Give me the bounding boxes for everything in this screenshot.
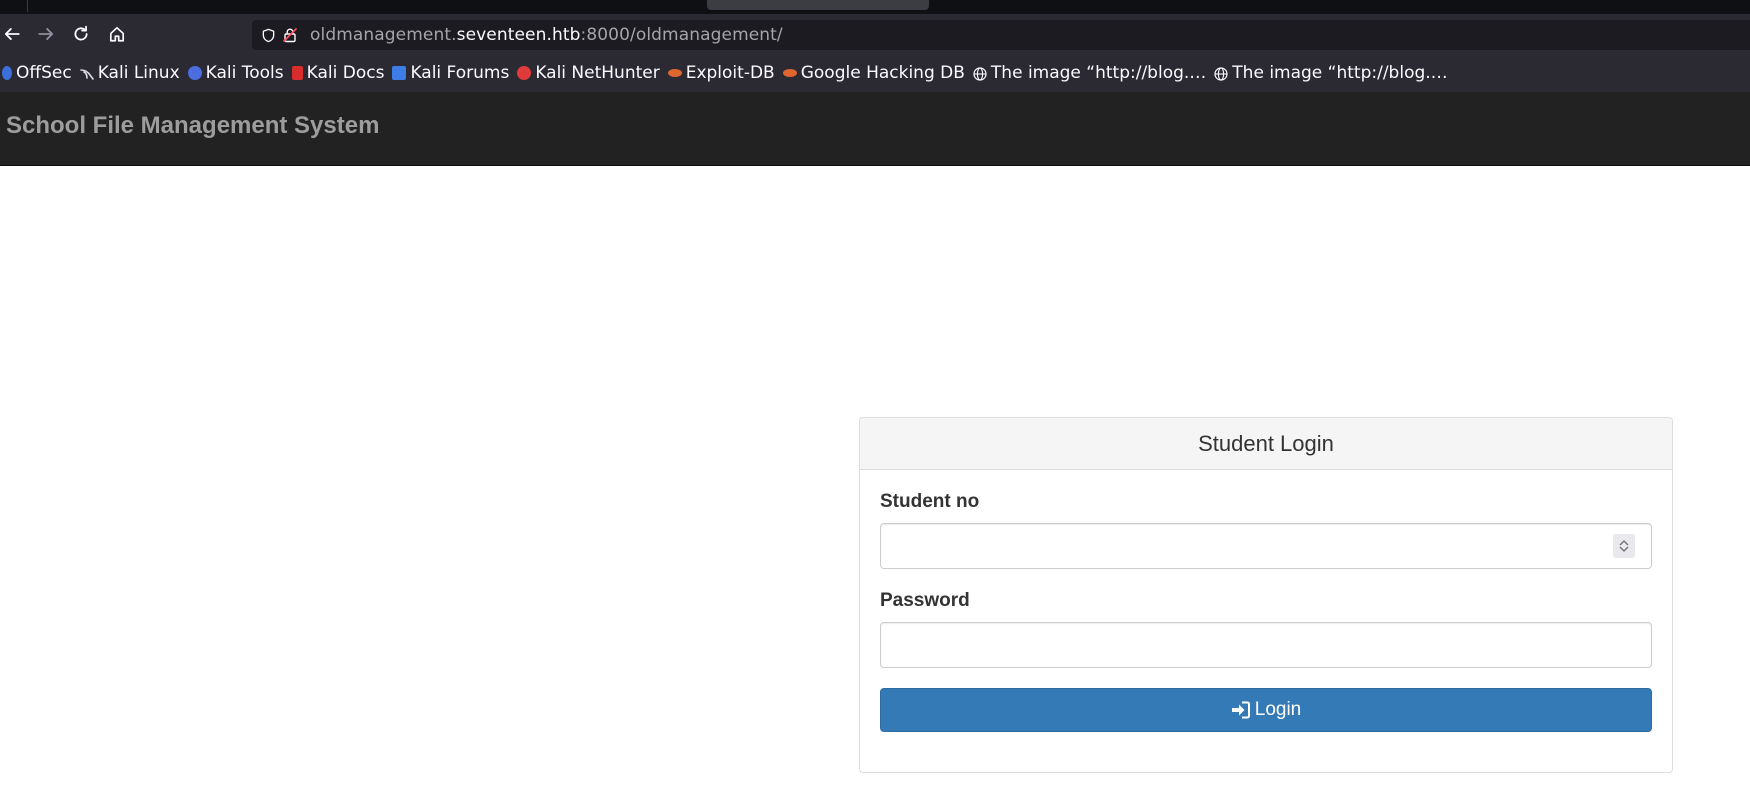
shield-icon[interactable]	[260, 27, 276, 43]
google-hacking-db-icon	[782, 69, 797, 77]
bookmark-kali-nethunter[interactable]: Kali NetHunter	[515, 58, 665, 88]
bookmark-exploit-db[interactable]: Exploit-DB	[666, 58, 781, 88]
bookmark-label: The image “http://blog.…	[1232, 63, 1448, 83]
back-button[interactable]	[0, 22, 24, 46]
site-brand[interactable]: School File Management System	[6, 112, 379, 140]
password-label: Password	[880, 590, 970, 611]
home-icon	[109, 26, 125, 42]
bookmark-kali-forums[interactable]: Kali Forums	[390, 58, 515, 88]
bookmark-label: The image “http://blog.…	[990, 63, 1207, 83]
reload-button[interactable]	[69, 22, 93, 46]
bookmarks-toolbar: OffSec Kali Linux Kali Tools Kali Docs K…	[0, 54, 1750, 92]
bookmark-label: OffSec	[16, 63, 72, 83]
login-button[interactable]: Login	[880, 688, 1652, 732]
offsec-icon	[2, 66, 12, 80]
bookmark-label: Exploit-DB	[685, 63, 775, 83]
url-suffix: :8000/oldmanagement/	[580, 25, 783, 45]
bookmark-label: Google Hacking DB	[800, 63, 965, 83]
panel-title: Student Login	[860, 418, 1672, 470]
bookmark-label: Kali Tools	[205, 63, 284, 83]
browser-tab-strip	[0, 0, 1750, 14]
bookmark-offsec[interactable]: OffSec	[0, 58, 78, 88]
bookmark-label: Kali Docs	[306, 63, 385, 83]
student-no-input[interactable]	[880, 523, 1652, 569]
kali-nethunter-icon	[517, 66, 532, 80]
chevron-down-icon[interactable]	[1619, 546, 1629, 553]
number-spinner[interactable]	[1613, 534, 1635, 558]
kali-tools-icon	[187, 66, 202, 80]
url-domain: seventeen.htb	[456, 25, 581, 45]
browser-navbar: oldmanagement.seventeen.htb:8000/oldmana…	[0, 14, 1750, 54]
bookmark-kali-docs[interactable]: Kali Docs	[290, 58, 391, 88]
bookmark-label: Kali Linux	[97, 63, 180, 83]
url-text[interactable]: oldmanagement.seventeen.htb:8000/oldmana…	[310, 25, 783, 45]
kali-forums-icon	[392, 66, 407, 80]
kali-docs-icon	[291, 66, 303, 80]
password-input[interactable]	[880, 622, 1652, 668]
kali-linux-icon	[79, 66, 94, 80]
exploit-db-icon	[667, 69, 682, 77]
insecure-lock-icon[interactable]	[282, 27, 298, 43]
url-prefix: oldmanagement.	[310, 25, 457, 45]
bookmark-kali-linux[interactable]: Kali Linux	[78, 58, 186, 88]
login-label: Login	[1254, 699, 1302, 720]
back-arrow-icon	[4, 28, 20, 40]
bookmark-google-hacking-db[interactable]: Google Hacking DB	[781, 58, 971, 88]
globe-icon	[1214, 66, 1228, 81]
bookmark-label: Kali NetHunter	[535, 63, 660, 83]
url-bar[interactable]: oldmanagement.seventeen.htb:8000/oldmana…	[252, 20, 1750, 50]
tab-separator	[27, 0, 28, 12]
active-tab[interactable]	[707, 0, 929, 10]
student-login-panel: Student Login Student no Password Login	[859, 417, 1673, 773]
globe-icon	[973, 66, 987, 81]
bookmark-label: Kali Forums	[410, 63, 510, 83]
bookmark-kali-tools[interactable]: Kali Tools	[186, 58, 290, 88]
reload-icon	[74, 25, 88, 41]
bookmark-blog-image-1[interactable]: The image “http://blog.…	[971, 58, 1212, 88]
forward-button[interactable]	[34, 22, 58, 46]
bookmark-blog-image-2[interactable]: The image “http://blog.…	[1212, 58, 1453, 88]
sign-in-icon	[1231, 701, 1250, 719]
student-no-label: Student no	[880, 491, 980, 512]
chevron-up-icon[interactable]	[1619, 539, 1629, 546]
forward-arrow-icon	[38, 28, 54, 40]
site-header: School File Management System	[0, 92, 1750, 166]
home-button[interactable]	[105, 22, 129, 46]
